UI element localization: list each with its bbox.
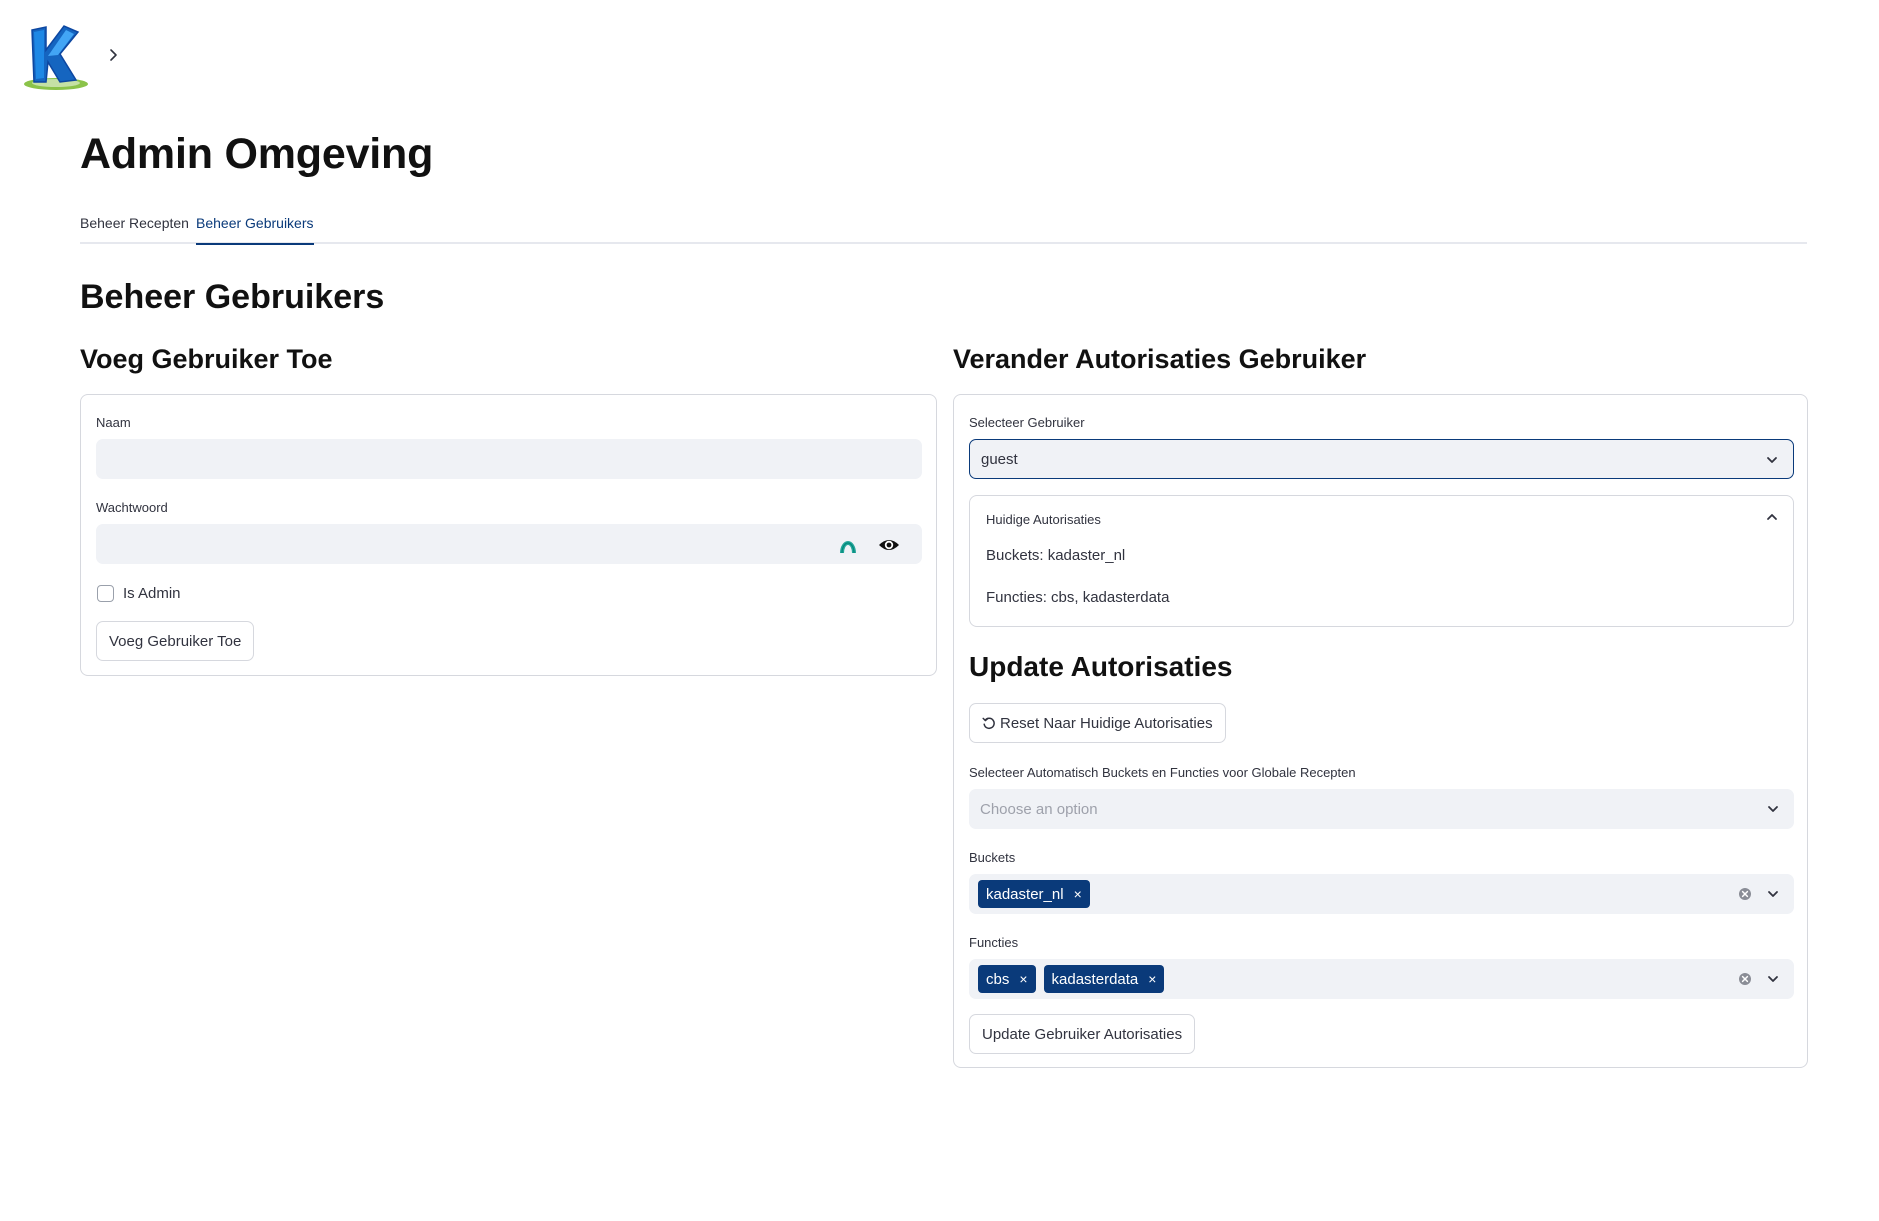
select-user-label: Selecteer Gebruiker — [969, 415, 1085, 430]
kadaster-k-logo-icon[interactable] — [22, 22, 90, 92]
clear-all-icon[interactable] — [1738, 972, 1752, 986]
bucket-tag-label: kadaster_nl — [986, 885, 1064, 903]
current-auth-header[interactable]: Huidige Autorisaties — [986, 512, 1101, 527]
current-functions-text: Functies: cbs, kadasterdata — [986, 589, 1170, 606]
buckets-multiselect[interactable]: kadaster_nl × — [969, 874, 1794, 914]
clear-all-icon[interactable] — [1738, 887, 1752, 901]
add-user-button-label: Voeg Gebruiker Toe — [109, 632, 242, 650]
tab-beheer-recepten[interactable]: Beheer Recepten — [80, 215, 189, 243]
function-tag-label: kadasterdata — [1051, 970, 1139, 988]
add-user-button[interactable]: Voeg Gebruiker Toe — [96, 621, 255, 661]
reset-auth-button-label: Reset Naar Huidige Autorisaties — [1000, 714, 1213, 732]
chevron-up-icon[interactable] — [1765, 510, 1779, 524]
remove-tag-icon[interactable]: × — [1074, 887, 1082, 901]
chevron-down-icon — [1766, 802, 1780, 816]
password-manager-icon[interactable] — [838, 535, 858, 555]
eye-icon[interactable] — [878, 536, 900, 554]
add-user-title: Voeg Gebruiker Toe — [80, 344, 333, 374]
select-user-dropdown[interactable]: guest — [969, 439, 1794, 479]
password-input[interactable] — [96, 524, 922, 564]
name-input[interactable] — [96, 439, 922, 479]
functions-label: Functies — [969, 935, 1019, 950]
function-tag[interactable]: cbs × — [978, 965, 1036, 993]
chevron-down-icon — [1766, 972, 1780, 986]
buckets-label: Buckets — [969, 850, 1016, 865]
current-auth-expander: Huidige Autorisaties Buckets: kadaster_n… — [969, 495, 1794, 627]
page-title: Admin Omgeving — [80, 130, 434, 178]
is-admin-label: Is Admin — [123, 585, 181, 602]
auto-select-dropdown[interactable]: Choose an option — [969, 789, 1794, 829]
function-tag-label: cbs — [986, 970, 1010, 988]
remove-tag-icon[interactable]: × — [1148, 972, 1156, 986]
current-buckets-text: Buckets: kadaster_nl — [986, 547, 1126, 564]
auto-select-placeholder: Choose an option — [980, 800, 1098, 818]
reset-icon — [982, 716, 996, 730]
password-label: Wachtwoord — [96, 500, 168, 515]
is-admin-checkbox[interactable] — [97, 585, 114, 602]
update-auth-button-label: Update Gebruiker Autorisaties — [982, 1025, 1183, 1043]
update-auth-title: Update Autorisaties — [969, 651, 1233, 682]
change-auth-form: Selecteer Gebruiker guest Huidige Autori… — [953, 394, 1808, 1068]
change-auth-title: Verander Autorisaties Gebruiker — [953, 344, 1367, 374]
tab-bar: Beheer Recepten Beheer Gebruikers — [80, 208, 1807, 245]
tab-beheer-gebruikers[interactable]: Beheer Gebruikers — [196, 215, 314, 245]
remove-tag-icon[interactable]: × — [1019, 972, 1027, 986]
reset-auth-button[interactable]: Reset Naar Huidige Autorisaties — [969, 703, 1226, 743]
chevron-right-icon[interactable] — [106, 48, 120, 62]
function-tag[interactable]: kadasterdata × — [1043, 965, 1165, 993]
chevron-down-icon — [1765, 453, 1779, 467]
app-page: Admin Omgeving Beheer Recepten Beheer Ge… — [0, 0, 1879, 1221]
add-user-form: Naam Wachtwoord Is Admin Voeg Gebruiker … — [80, 394, 937, 676]
functions-multiselect[interactable]: cbs × kadasterdata × — [969, 959, 1794, 999]
auto-select-label: Selecteer Automatisch Buckets en Functie… — [969, 765, 1356, 780]
section-title: Beheer Gebruikers — [80, 278, 385, 316]
selected-user-value: guest — [981, 450, 1018, 468]
update-auth-button[interactable]: Update Gebruiker Autorisaties — [969, 1014, 1196, 1054]
chevron-down-icon — [1766, 887, 1780, 901]
name-label: Naam — [96, 415, 131, 430]
bucket-tag[interactable]: kadaster_nl × — [978, 880, 1090, 908]
